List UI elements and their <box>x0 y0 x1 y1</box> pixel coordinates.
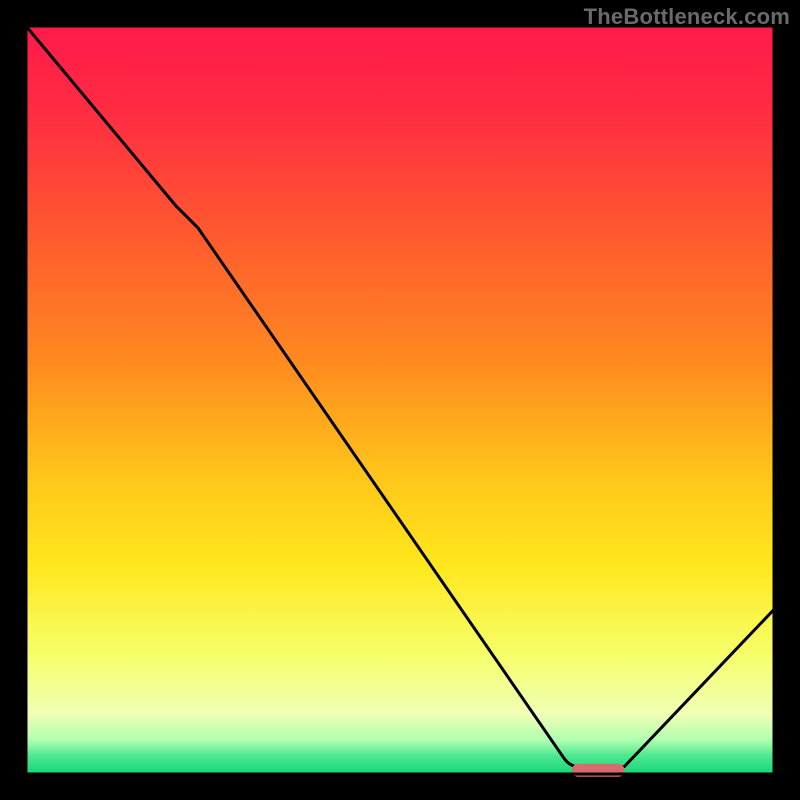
watermark-text: TheBottleneck.com <box>584 4 790 30</box>
chart-frame: TheBottleneck.com <box>0 0 800 800</box>
chart-svg <box>0 0 800 800</box>
plot-area <box>26 26 774 774</box>
